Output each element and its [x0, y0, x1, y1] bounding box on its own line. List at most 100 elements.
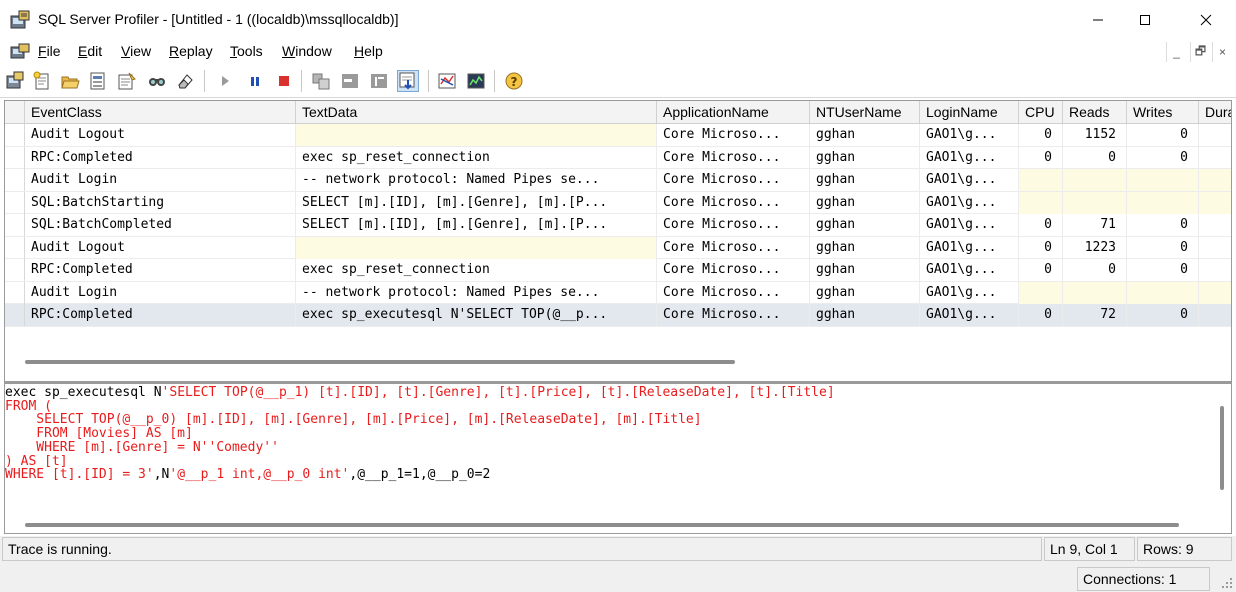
table-row[interactable]: Audit Logout Core Microso... gghan GAO1\g..…: [5, 124, 1231, 147]
sql-line: FROM (: [5, 399, 835, 414]
row-gutter: [5, 214, 25, 236]
column-header-ntusername[interactable]: NTUserName: [810, 101, 920, 124]
cell-textdata: exec sp_reset_connection: [296, 146, 657, 169]
window-title: SQL Server Profiler - [Untitled - 1 ((lo…: [38, 11, 399, 27]
clear-trace-button[interactable]: [174, 70, 196, 92]
table-row[interactable]: Audit Logout Core Microso... gghan GAO1\g..…: [5, 236, 1231, 259]
status-connections: Connections: 1: [1077, 567, 1210, 591]
column-header-writes[interactable]: Writes: [1127, 101, 1199, 124]
cell-loginname: GAO1\g...: [920, 169, 1019, 191]
row-gutter: [5, 124, 25, 146]
minimize-button[interactable]: [1075, 0, 1121, 40]
table-row[interactable]: SQL:BatchStarting SELECT [m].[ID], [m].[G…: [5, 191, 1231, 214]
detail-vertical-scrollbar[interactable]: [1220, 406, 1224, 490]
cell-loginname: GAO1\g...: [920, 236, 1019, 259]
activity-monitor-button[interactable]: [436, 70, 458, 92]
cell-duration: [1199, 124, 1231, 146]
cell-duration: [1199, 281, 1231, 304]
column-header-reads[interactable]: Reads: [1063, 101, 1127, 124]
cell-ntusername: gghan: [810, 281, 920, 304]
column-header-loginname[interactable]: LoginName: [920, 101, 1019, 124]
cell-reads: [1063, 281, 1127, 304]
table-row[interactable]: Audit Login -- network protocol: Named Pi…: [5, 169, 1231, 192]
title-bar: SQL Server Profiler - [Untitled - 1 ((lo…: [0, 0, 1236, 40]
table-row[interactable]: RPC:Completed exec sp_executesql N'SELECT…: [5, 304, 1231, 327]
status-message: Trace is running.: [2, 537, 1042, 561]
pause-button[interactable]: [244, 70, 266, 92]
menu-view[interactable]: View: [121, 43, 151, 59]
help-button[interactable]: ?: [503, 70, 525, 92]
new-template-button[interactable]: [31, 70, 53, 92]
table-row[interactable]: SQL:BatchCompleted SELECT [m].[ID], [m].[…: [5, 214, 1231, 237]
cell-applicationname: Core Microso...: [657, 259, 810, 281]
column-header-textdata[interactable]: TextData: [296, 101, 657, 124]
row-gutter: [5, 146, 25, 169]
menu-file-label: ile: [46, 43, 61, 59]
cell-textdata: SELECT [m].[ID], [m].[Genre], [m].[P...: [296, 214, 657, 236]
cell-reads: [1063, 191, 1127, 214]
cell-duration: [1199, 214, 1231, 236]
mdi-minimize-button[interactable]: _: [1166, 42, 1186, 62]
cell-ntusername: gghan: [810, 259, 920, 281]
sql-token: 'SELECT TOP(@__p_1) [t].[ID], [t].[Genre…: [161, 385, 835, 400]
cell-reads: [1063, 169, 1127, 191]
replay-run-button[interactable]: [368, 70, 390, 92]
start-button[interactable]: [214, 70, 236, 92]
replay-cursor-button[interactable]: [339, 70, 361, 92]
grid-horizontal-scrollbar[interactable]: [25, 360, 735, 364]
status-row-count: Rows: 9: [1137, 537, 1232, 561]
minimize-icon: [1093, 19, 1103, 21]
column-header-applicationname[interactable]: ApplicationName: [657, 101, 810, 124]
cell-textdata: [296, 124, 657, 146]
cell-duration: [1199, 304, 1231, 326]
resize-grip-icon[interactable]: [1220, 576, 1234, 590]
cell-applicationname: Core Microso...: [657, 214, 810, 236]
table-row[interactable]: Audit Login -- network protocol: Named Pi…: [5, 281, 1231, 304]
mdi-close-button[interactable]: ×: [1212, 42, 1232, 62]
cell-cpu: 0: [1019, 236, 1063, 259]
cell-ntusername: gghan: [810, 214, 920, 236]
table-row[interactable]: RPC:Completed exec sp_reset_connection Cor…: [5, 259, 1231, 282]
cell-duration: [1199, 259, 1231, 281]
row-gutter: [5, 191, 25, 214]
sql-line: WHERE [t].[ID] = 3',N'@__p_1 int,@__p_0 …: [5, 468, 835, 482]
menu-tools[interactable]: Tools: [230, 43, 263, 59]
menu-help-accel: H: [354, 43, 365, 59]
properties-button[interactable]: [87, 70, 109, 92]
template-properties-button[interactable]: [116, 70, 138, 92]
mdi-restore-button[interactable]: 🗗: [1190, 42, 1210, 62]
cell-eventclass: RPC:Completed: [25, 304, 296, 326]
cell-loginname: GAO1\g...: [920, 281, 1019, 304]
column-header-cpu[interactable]: CPU: [1019, 101, 1063, 124]
menu-replay[interactable]: Replay: [169, 43, 213, 59]
replay-step-button[interactable]: [310, 70, 332, 92]
menu-window[interactable]: Window: [282, 43, 332, 59]
cell-ntusername: gghan: [810, 169, 920, 191]
maximize-button[interactable]: [1122, 0, 1168, 40]
stop-button[interactable]: [273, 70, 295, 92]
menu-help[interactable]: Help: [354, 43, 383, 59]
menu-edit[interactable]: Edit: [78, 43, 102, 59]
close-button[interactable]: [1183, 0, 1229, 40]
toolbar-separator: [494, 70, 495, 92]
performance-monitor-icon: [467, 73, 485, 89]
new-trace-button[interactable]: [4, 70, 26, 92]
cell-cpu: [1019, 191, 1063, 214]
menu-help-label: elp: [364, 43, 383, 59]
column-header-eventclass[interactable]: EventClass: [25, 101, 296, 124]
document-window-icon[interactable]: [10, 43, 30, 61]
column-header-duration[interactable]: Dura: [1199, 101, 1231, 124]
auto-scroll-button[interactable]: [397, 70, 419, 92]
new-template-icon: [33, 71, 49, 90]
sql-token: ,N: [153, 467, 170, 483]
detail-horizontal-scrollbar[interactable]: [25, 523, 1179, 527]
performance-monitor-button[interactable]: [465, 70, 487, 92]
trace-events-grid[interactable]: EventClass TextData ApplicationName NTUs…: [4, 100, 1232, 382]
find-button[interactable]: [146, 70, 168, 92]
row-gutter: [5, 281, 25, 304]
open-button[interactable]: [59, 70, 81, 92]
menu-file[interactable]: File: [38, 43, 61, 59]
table-row[interactable]: RPC:Completed exec sp_reset_connection Cor…: [5, 146, 1231, 169]
toolbar-separator: [428, 70, 429, 92]
textdata-detail-pane[interactable]: exec sp_executesql N'SELECT TOP(@__p_1) …: [4, 382, 1232, 534]
